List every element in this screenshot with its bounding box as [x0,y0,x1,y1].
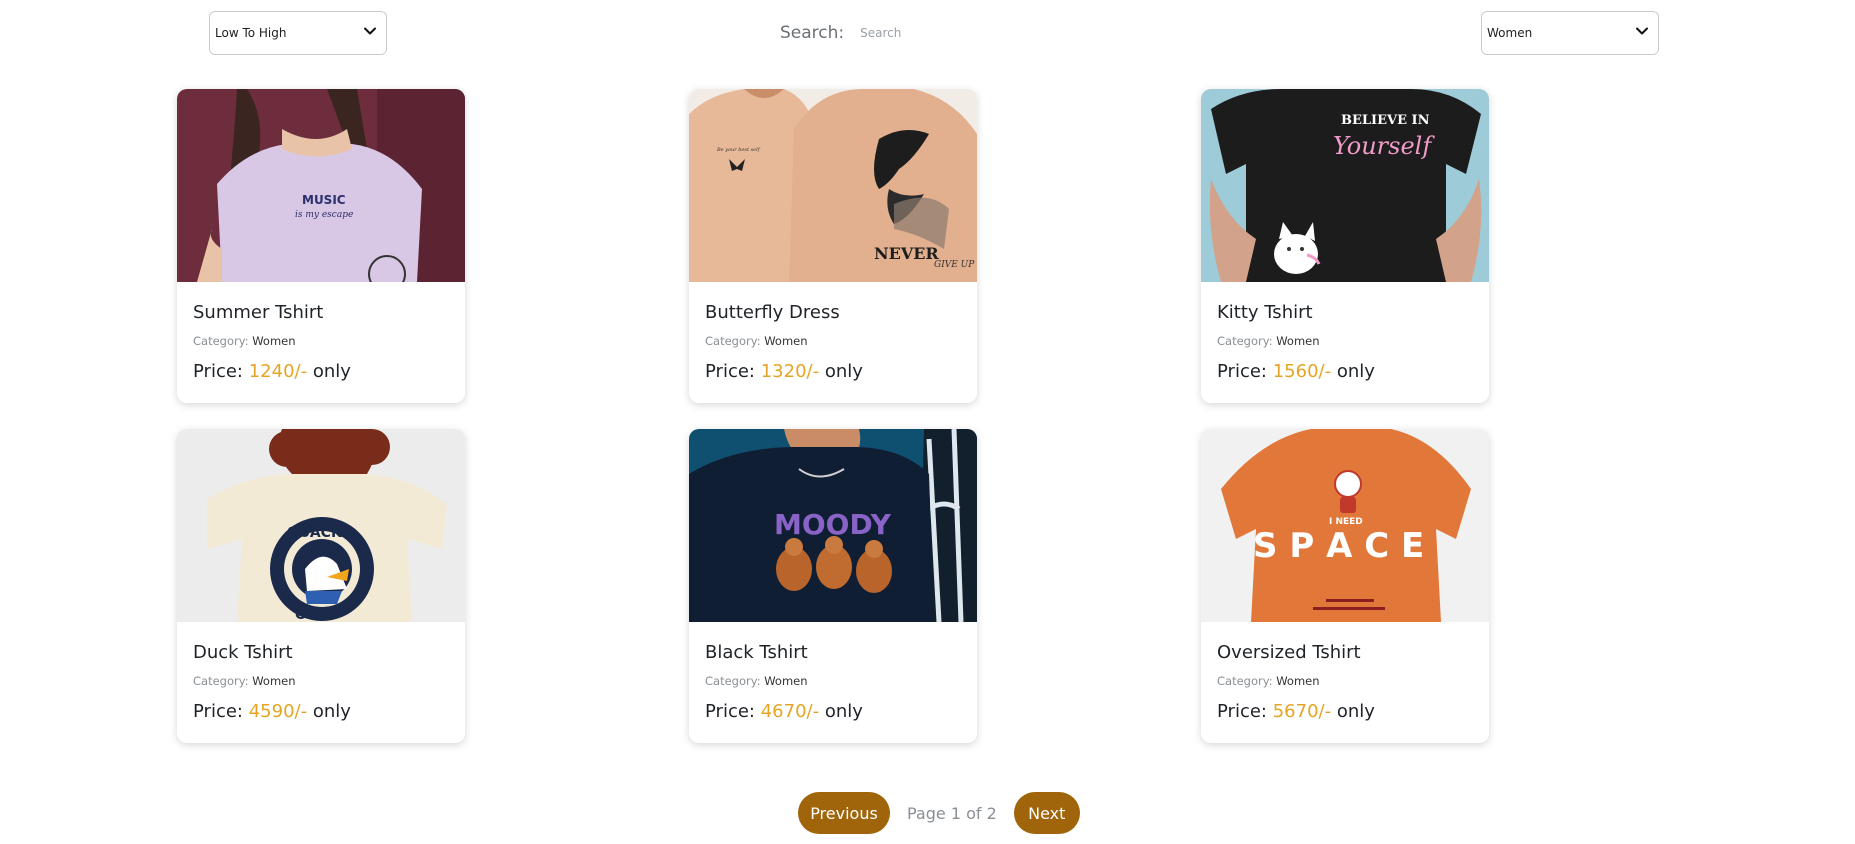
svg-text:MUSIC: MUSIC [302,193,346,207]
product-price: Price: 1240/- only [193,361,351,382]
price-amount: 1240/- [248,361,308,382]
search-label: Search: [780,23,845,43]
print-text: OFF! [295,607,332,622]
price-suffix: only [1336,361,1375,382]
product-card[interactable]: QUACK OFF! Duck Tshirt Category: Women P… [177,429,465,743]
category-select-value: Women [1487,26,1533,40]
product-category: Category: Women [705,334,808,348]
product-card[interactable]: Be your best self NEVER GIVE UP Butterfl… [689,89,977,403]
product-price: Price: 4590/- only [193,701,351,722]
next-button[interactable]: Next [1013,792,1080,834]
price-amount: 5670/- [1272,701,1332,722]
price-label: Price: [705,361,755,382]
category-value: Women [1276,674,1320,688]
product-image-orange-tshirt: I NEED S P A C E [1201,429,1489,622]
price-suffix: only [312,361,351,382]
product-title: Kitty Tshirt [1217,302,1313,323]
previous-button[interactable]: Previous [798,792,890,834]
product-category: Category: Women [705,674,808,688]
category-label: Category: [705,334,761,348]
product-price: Price: 1560/- only [1217,361,1375,382]
price-amount: 4590/- [248,701,308,722]
product-title: Oversized Tshirt [1217,642,1361,663]
product-card[interactable]: MUSIC is my escape Summer Tshirt Categor… [177,89,465,403]
sort-select[interactable]: Low To High [209,11,387,55]
product-image-cream-tshirt: QUACK OFF! [177,429,465,622]
print-text: BELIEVE IN [1341,113,1430,128]
product-listing-page: Low To High Search: Women MUSIC is my es… [0,0,1855,844]
price-amount: 1320/- [760,361,820,382]
price-suffix: only [1336,701,1375,722]
print-text: MOODY [774,508,892,541]
price-suffix: only [824,361,863,382]
product-image-beige-tshirt: Be your best self NEVER GIVE UP [689,89,977,282]
product-price: Price: 1320/- only [705,361,863,382]
product-category: Category: Women [1217,334,1320,348]
category-value: Women [252,674,296,688]
category-value: Women [1276,334,1320,348]
category-label: Category: [193,334,249,348]
print-text: Yourself [1333,132,1435,160]
product-category: Category: Women [1217,674,1320,688]
print-text: S P A C E [1253,526,1424,566]
product-price: Price: 5670/- only [1217,701,1375,722]
svg-text:GIVE UP: GIVE UP [934,260,975,270]
product-price: Price: 4670/- only [705,701,863,722]
product-category: Category: Women [193,674,296,688]
pagination: Previous Page 1 of 2 Next [798,792,1080,834]
svg-text:NEVER: NEVER [874,244,939,263]
sort-select-value: Low To High [215,26,287,40]
search-input[interactable] [858,25,1033,41]
category-label: Category: [705,674,761,688]
svg-text:Be your best self: Be your best self [716,147,761,153]
print-text: QUACK [287,525,343,541]
price-suffix: only [312,701,351,722]
chevron-down-icon [362,23,378,43]
product-card[interactable]: BELIEVE IN Yourself Kitty Tshirt Categor… [1201,89,1489,403]
product-card[interactable]: I NEED S P A C E Oversized Tshirt Catego… [1201,429,1489,743]
price-label: Price: [1217,701,1267,722]
category-label: Category: [193,674,249,688]
chevron-down-icon [1634,23,1650,43]
svg-text:is my escape: is my escape [295,210,353,220]
product-title: Summer Tshirt [193,302,324,323]
search-bar: Search: [780,11,1033,55]
category-label: Category: [1217,334,1273,348]
price-amount: 4670/- [760,701,820,722]
product-title: Black Tshirt [705,642,808,663]
product-category: Category: Women [193,334,296,348]
price-label: Price: [193,361,243,382]
category-value: Women [252,334,296,348]
category-label: Category: [1217,674,1273,688]
category-value: Women [764,674,808,688]
product-card[interactable]: MOODY Black Tshirt Category: Women Price… [689,429,977,743]
category-value: Women [764,334,808,348]
product-title: Butterfly Dress [705,302,840,323]
product-image-lavender-tshirt: MUSIC is my escape [177,89,465,282]
price-label: Price: [705,701,755,722]
product-image-black-tshirt: BELIEVE IN Yourself [1201,89,1489,282]
price-label: Price: [193,701,243,722]
price-amount: 1560/- [1272,361,1332,382]
product-image-navy-tshirt: MOODY [689,429,977,622]
price-suffix: only [824,701,863,722]
price-label: Price: [1217,361,1267,382]
category-select[interactable]: Women [1481,11,1659,55]
product-title: Duck Tshirt [193,642,293,663]
page-indicator: Page 1 of 2 [907,803,997,823]
